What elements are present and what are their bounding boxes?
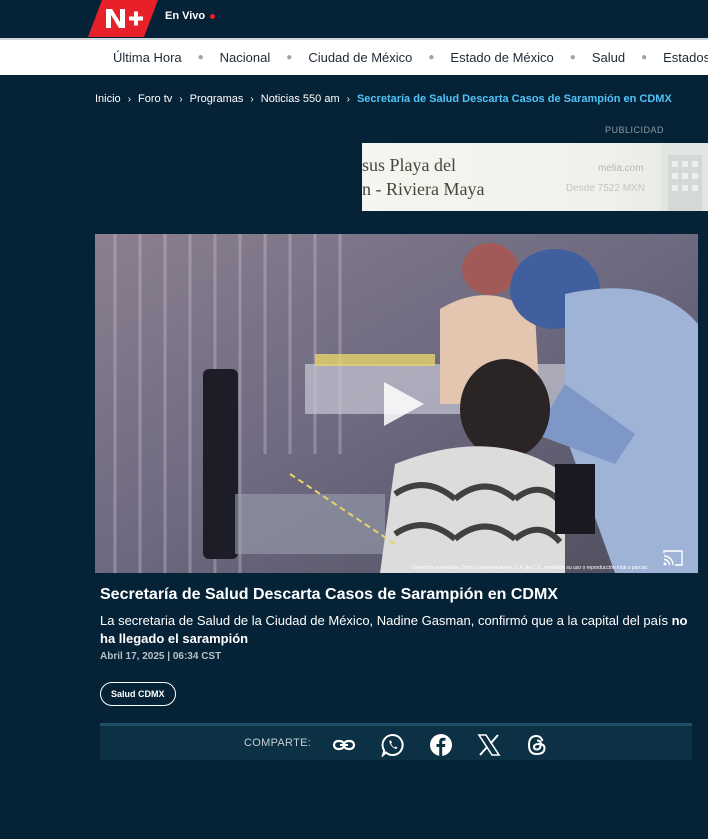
main-nav: Última Hora ● Nacional ● Ciudad de Méxic… bbox=[0, 38, 708, 75]
share-label: COMPARTE: bbox=[244, 737, 312, 749]
chevron-right-icon: › bbox=[179, 93, 183, 105]
ad-price: Desde 7522 MXN bbox=[566, 183, 645, 194]
breadcrumb-foro-tv[interactable]: Foro tv bbox=[138, 93, 172, 105]
ad-headline-line2: n - Riviera Maya bbox=[362, 179, 485, 199]
play-button[interactable] bbox=[378, 380, 426, 428]
article-title: Secretaría de Salud Descarta Casos de Sa… bbox=[100, 586, 558, 603]
ad-headline-line1: sus Playa del bbox=[362, 155, 456, 175]
nav-item-ultima-hora[interactable]: Última Hora bbox=[113, 50, 182, 65]
nmas-logo[interactable] bbox=[88, 0, 158, 37]
whatsapp-icon[interactable] bbox=[381, 733, 405, 757]
article-date: Abril 17, 2025 | 06:34 CST bbox=[100, 651, 222, 662]
link-icon[interactable] bbox=[332, 733, 356, 757]
nav-separator: ● bbox=[569, 52, 576, 63]
nav-separator: ● bbox=[286, 52, 293, 63]
breadcrumb-programas[interactable]: Programas bbox=[190, 93, 244, 105]
ad-banner[interactable]: sus Playa del n - Riviera Maya melia.com… bbox=[362, 143, 708, 211]
breadcrumb-noticias-550[interactable]: Noticias 550 am bbox=[261, 93, 340, 105]
cast-icon[interactable] bbox=[663, 550, 683, 566]
chevron-right-icon: › bbox=[250, 93, 254, 105]
article-summary-text: La secretaria de Salud de la Ciudad de M… bbox=[100, 613, 672, 628]
top-bar: En Vivo bbox=[0, 0, 708, 37]
nav-item-salud[interactable]: Salud bbox=[592, 50, 625, 65]
facebook-icon[interactable] bbox=[429, 733, 453, 757]
nav-separator: ● bbox=[428, 52, 435, 63]
nav-separator: ● bbox=[641, 52, 648, 63]
nav-item-estados[interactable]: Estados bbox=[663, 50, 708, 65]
x-icon[interactable] bbox=[477, 733, 501, 757]
live-label: En Vivo bbox=[165, 10, 206, 22]
breadcrumb-current: Secretaría de Salud Descarta Casos de Sa… bbox=[356, 93, 672, 105]
nav-item-ciudad-de-mexico[interactable]: Ciudad de México bbox=[308, 50, 412, 65]
article-summary: La secretaria de Salud de la Ciudad de M… bbox=[100, 612, 695, 648]
nav-list: Última Hora ● Nacional ● Ciudad de Méxic… bbox=[113, 40, 708, 75]
nav-item-nacional[interactable]: Nacional bbox=[220, 50, 271, 65]
share-bar: COMPARTE: bbox=[100, 723, 692, 760]
ad-brand: melia.com bbox=[598, 163, 644, 174]
chevron-right-icon: › bbox=[127, 93, 132, 105]
threads-icon[interactable] bbox=[525, 733, 549, 757]
chevron-right-icon: › bbox=[346, 93, 350, 105]
live-link[interactable]: En Vivo bbox=[165, 10, 216, 22]
ad-label: PUBLICIDAD bbox=[605, 125, 665, 135]
nav-separator: ● bbox=[197, 52, 204, 63]
breadcrumb: Inicio › Foro tv › Programas › Noticias … bbox=[95, 93, 672, 105]
video-copyright: Derechos reservados Tritón Comunicacione… bbox=[412, 565, 649, 571]
ad-hotel-image bbox=[662, 143, 708, 211]
breadcrumb-inicio[interactable]: Inicio bbox=[95, 93, 121, 105]
live-dot-icon bbox=[210, 13, 216, 19]
tag-salud-cdmx[interactable]: Salud CDMX bbox=[100, 682, 176, 706]
nav-item-estado-de-mexico[interactable]: Estado de México bbox=[450, 50, 553, 65]
